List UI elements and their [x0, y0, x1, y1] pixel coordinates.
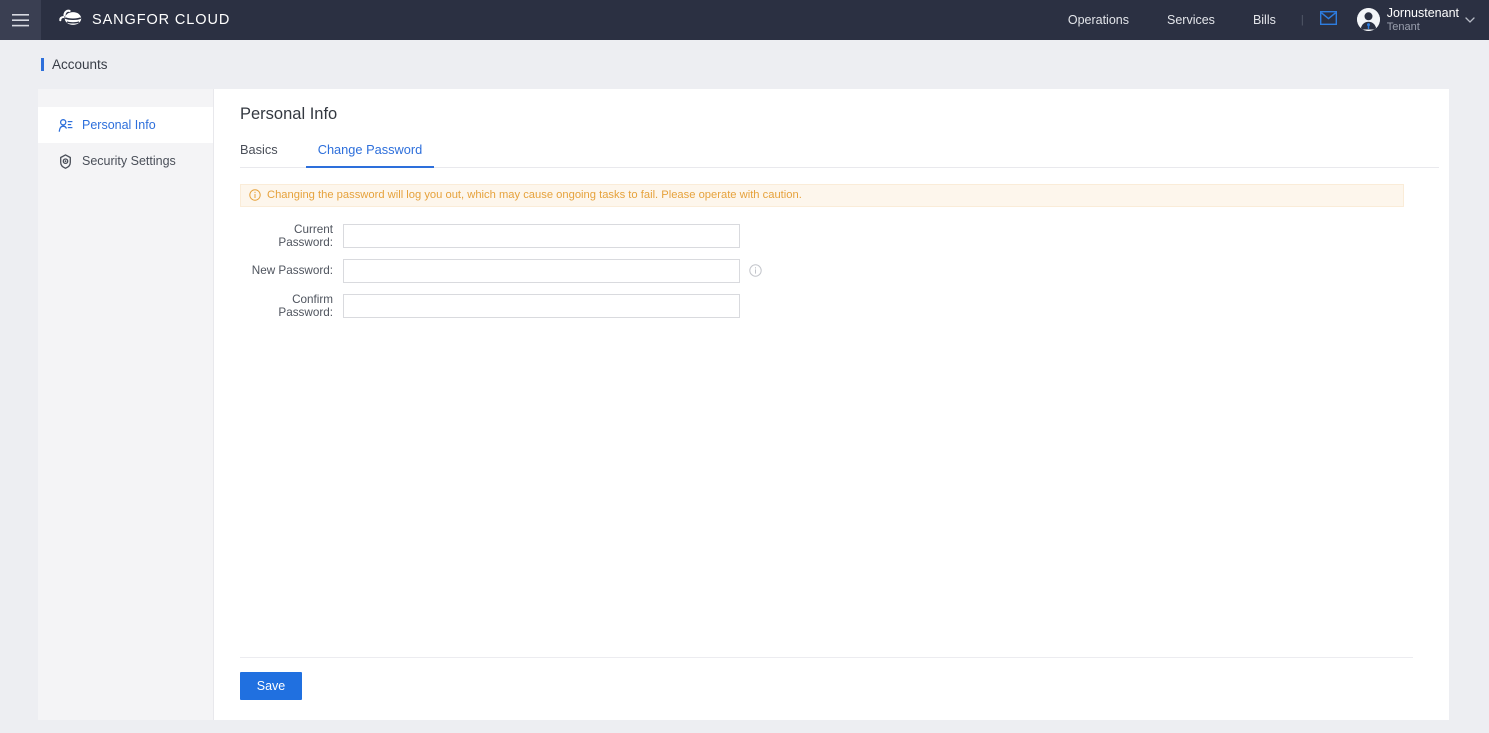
envelope-icon	[1319, 10, 1337, 30]
tab-basics[interactable]: Basics	[240, 142, 290, 168]
chevron-down-icon	[1465, 14, 1475, 26]
breadcrumb: Accounts	[0, 40, 1489, 88]
change-password-form: Current Password: New Password: Confirm …	[214, 223, 1449, 319]
form-row-new-password: New Password:	[240, 258, 1449, 283]
cloud-logo-icon	[58, 9, 84, 31]
user-profile-icon	[57, 117, 73, 133]
form-footer: Save	[240, 657, 1413, 700]
breadcrumb-label: Accounts	[52, 56, 108, 72]
sidebar-top-spacer	[38, 89, 213, 107]
confirm-password-label: Confirm Password:	[278, 292, 333, 319]
messages-button[interactable]	[1310, 10, 1347, 30]
user-name: Jornustenant	[1386, 6, 1459, 21]
sidebar-item-personal-info[interactable]: Personal Info	[38, 107, 213, 143]
page-title: Personal Info	[240, 105, 338, 123]
info-circle-icon	[249, 189, 261, 201]
brand-title: SANGFOR CLOUD	[92, 12, 231, 28]
top-navigation: Operations Services Bills | Jornustenant…	[1049, 0, 1489, 40]
new-password-info-circle-icon[interactable]	[749, 264, 762, 277]
form-row-current-password: Current Password:	[240, 223, 1449, 249]
new-password-input[interactable]	[343, 258, 740, 283]
nav-item-services[interactable]: Services	[1148, 0, 1234, 40]
sidebar: Personal Info Security Settings	[38, 89, 214, 720]
nav-item-operations[interactable]: Operations	[1049, 0, 1148, 40]
user-avatar-icon	[1356, 8, 1380, 32]
sidebar-item-label: Security Settings	[82, 154, 176, 168]
form-row-confirm-password: Confirm Password:	[240, 293, 1449, 319]
nav-item-bills[interactable]: Bills	[1234, 0, 1295, 40]
tab-bar: Basics Change Password	[240, 141, 1439, 168]
tab-change-password[interactable]: Change Password	[305, 142, 435, 168]
user-role: Tenant	[1386, 20, 1420, 33]
brand-logo-link[interactable]: SANGFOR CLOUD	[58, 9, 230, 31]
nav-separator: |	[1300, 14, 1304, 26]
save-button[interactable]: Save	[240, 672, 302, 700]
content-panel: Personal Info Basics Change Password Cha…	[214, 89, 1449, 720]
top-header-bar: SANGFOR CLOUD Operations Services Bills …	[0, 0, 1489, 40]
menu-toggle-button[interactable]	[0, 0, 41, 40]
hamburger-icon	[12, 13, 29, 27]
warning-banner-text: Changing the password will log you out, …	[267, 189, 802, 201]
shield-gear-icon	[57, 153, 73, 169]
confirm-password-input[interactable]	[343, 293, 740, 318]
warning-banner: Changing the password will log you out, …	[240, 184, 1404, 207]
breadcrumb-accent-bar	[41, 57, 44, 71]
user-identity: Jornustenant Tenant	[1387, 6, 1459, 33]
sidebar-item-security-settings[interactable]: Security Settings	[38, 143, 213, 179]
current-password-label: Current Password:	[278, 222, 333, 249]
new-password-label: New Password:	[251, 264, 333, 278]
user-menu-button[interactable]: Jornustenant Tenant	[1347, 6, 1489, 33]
current-password-input[interactable]	[343, 223, 740, 248]
sidebar-item-label: Personal Info	[82, 118, 156, 132]
footer-divider	[240, 657, 1413, 658]
